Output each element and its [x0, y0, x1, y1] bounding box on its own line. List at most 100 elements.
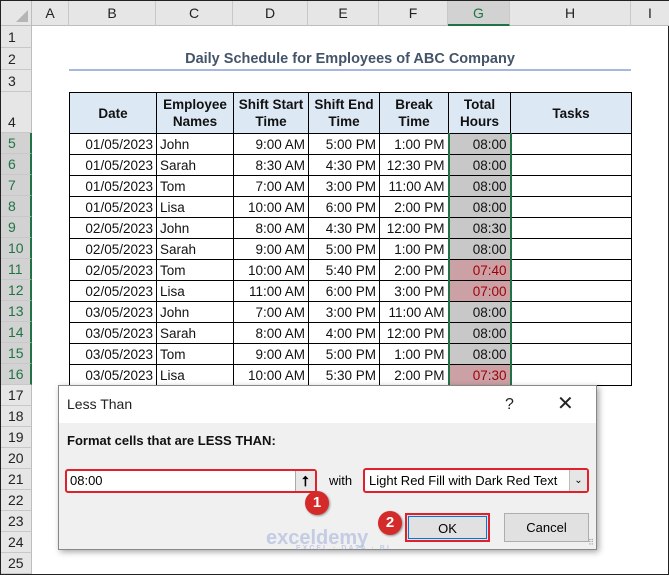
column-header-B[interactable]: B: [69, 1, 156, 26]
total-hours-cell[interactable]: 07:00: [447, 280, 512, 302]
break-cell[interactable]: 11:00 AM: [379, 175, 449, 197]
shift-end-cell[interactable]: 5:40 PM: [308, 259, 380, 281]
ok-button[interactable]: OK: [405, 513, 490, 542]
shift-end-cell[interactable]: 5:00 PM: [308, 343, 380, 365]
shift-start-cell[interactable]: 7:00 AM: [233, 301, 309, 323]
row-header-16[interactable]: 16: [1, 364, 32, 385]
shift-end-cell[interactable]: 5:30 PM: [308, 364, 380, 386]
total-hours-cell[interactable]: 08:00: [447, 343, 512, 365]
name-cell[interactable]: Lisa: [156, 364, 234, 386]
date-cell[interactable]: 02/05/2023: [69, 259, 157, 281]
row-header-19[interactable]: 19: [1, 427, 32, 448]
shift-start-cell[interactable]: 10:00 AM: [233, 196, 309, 218]
column-header-I[interactable]: I: [631, 1, 669, 26]
break-cell[interactable]: 2:00 PM: [379, 259, 449, 281]
resize-grip-icon[interactable]: ⠿: [588, 538, 594, 547]
break-cell[interactable]: 1:00 PM: [379, 343, 449, 365]
break-cell[interactable]: 12:30 PM: [379, 154, 449, 176]
column-header-E[interactable]: E: [308, 1, 379, 26]
break-cell[interactable]: 3:00 PM: [379, 280, 449, 302]
collapse-dialog-upload-icon[interactable]: ⭡: [295, 471, 315, 491]
row-header-8[interactable]: 8: [1, 196, 32, 217]
shift-end-cell[interactable]: 4:00 PM: [308, 322, 380, 344]
tasks-cell[interactable]: [510, 133, 632, 155]
column-header-D[interactable]: D: [233, 1, 308, 26]
tasks-cell[interactable]: [510, 217, 632, 239]
break-cell[interactable]: 1:00 PM: [379, 238, 449, 260]
row-header-1[interactable]: 1: [1, 26, 32, 48]
shift-start-cell[interactable]: 7:00 AM: [233, 175, 309, 197]
column-header-C[interactable]: C: [156, 1, 233, 26]
name-cell[interactable]: Tom: [156, 175, 234, 197]
tasks-cell[interactable]: [510, 154, 632, 176]
row-header-14[interactable]: 14: [1, 322, 32, 343]
row-header-15[interactable]: 15: [1, 343, 32, 364]
date-cell[interactable]: 01/05/2023: [69, 175, 157, 197]
row-header-22[interactable]: 22: [1, 490, 32, 511]
total-hours-cell[interactable]: 08:00: [447, 301, 512, 323]
column-header-F[interactable]: F: [379, 1, 448, 26]
shift-end-cell[interactable]: 3:00 PM: [308, 175, 380, 197]
help-button[interactable]: ?: [505, 386, 514, 423]
threshold-value-input[interactable]: 08:00 ⭡: [65, 469, 317, 493]
total-hours-cell[interactable]: 07:40: [447, 259, 512, 281]
shift-end-cell[interactable]: 6:00 PM: [308, 280, 380, 302]
tasks-cell[interactable]: [510, 196, 632, 218]
total-hours-cell[interactable]: 07:30: [447, 364, 512, 386]
date-cell[interactable]: 01/05/2023: [69, 154, 157, 176]
row-header-24[interactable]: 24: [1, 532, 32, 553]
column-header-A[interactable]: A: [32, 1, 69, 26]
shift-end-cell[interactable]: 4:30 PM: [308, 217, 380, 239]
tasks-cell[interactable]: [510, 301, 632, 323]
date-cell[interactable]: 02/05/2023: [69, 238, 157, 260]
row-header-2[interactable]: 2: [1, 48, 32, 70]
date-cell[interactable]: 02/05/2023: [69, 280, 157, 302]
row-header-3[interactable]: 3: [1, 70, 32, 92]
total-hours-cell[interactable]: 08:00: [447, 238, 512, 260]
row-header-5[interactable]: 5: [1, 133, 32, 154]
shift-start-cell[interactable]: 9:00 AM: [233, 133, 309, 155]
row-header-17[interactable]: 17: [1, 385, 32, 406]
row-header-7[interactable]: 7: [1, 175, 32, 196]
tasks-cell[interactable]: [510, 175, 632, 197]
break-cell[interactable]: 2:00 PM: [379, 196, 449, 218]
total-hours-cell[interactable]: 08:30: [447, 217, 512, 239]
date-cell[interactable]: 03/05/2023: [69, 364, 157, 386]
break-cell[interactable]: 12:00 PM: [379, 217, 449, 239]
break-cell[interactable]: 12:00 PM: [379, 322, 449, 344]
tasks-cell[interactable]: [510, 343, 632, 365]
date-cell[interactable]: 03/05/2023: [69, 301, 157, 323]
name-cell[interactable]: Lisa: [156, 280, 234, 302]
name-cell[interactable]: Lisa: [156, 196, 234, 218]
date-cell[interactable]: 02/05/2023: [69, 217, 157, 239]
name-cell[interactable]: Tom: [156, 259, 234, 281]
close-icon[interactable]: ✕: [557, 386, 574, 423]
shift-end-cell[interactable]: 5:00 PM: [308, 133, 380, 155]
row-header-13[interactable]: 13: [1, 301, 32, 322]
shift-start-cell[interactable]: 11:00 AM: [233, 280, 309, 302]
row-header-23[interactable]: 23: [1, 511, 32, 532]
total-hours-cell[interactable]: 08:00: [447, 196, 512, 218]
date-cell[interactable]: 03/05/2023: [69, 343, 157, 365]
row-header-25[interactable]: 25: [1, 553, 32, 574]
row-header-11[interactable]: 11: [1, 259, 32, 280]
total-hours-cell[interactable]: 08:00: [447, 133, 512, 155]
tasks-cell[interactable]: [510, 259, 632, 281]
name-cell[interactable]: John: [156, 133, 234, 155]
row-header-20[interactable]: 20: [1, 448, 32, 469]
shift-start-cell[interactable]: 8:30 AM: [233, 154, 309, 176]
shift-end-cell[interactable]: 6:00 PM: [308, 196, 380, 218]
break-cell[interactable]: 11:00 AM: [379, 301, 449, 323]
date-cell[interactable]: 01/05/2023: [69, 196, 157, 218]
name-cell[interactable]: Sarah: [156, 238, 234, 260]
shift-start-cell[interactable]: 10:00 AM: [233, 364, 309, 386]
date-cell[interactable]: 01/05/2023: [69, 133, 157, 155]
row-header-9[interactable]: 9: [1, 217, 32, 238]
tasks-cell[interactable]: [510, 364, 632, 386]
name-cell[interactable]: John: [156, 301, 234, 323]
shift-start-cell[interactable]: 10:00 AM: [233, 259, 309, 281]
tasks-cell[interactable]: [510, 322, 632, 344]
shift-end-cell[interactable]: 3:00 PM: [308, 301, 380, 323]
row-header-10[interactable]: 10: [1, 238, 32, 259]
shift-end-cell[interactable]: 5:00 PM: [308, 238, 380, 260]
